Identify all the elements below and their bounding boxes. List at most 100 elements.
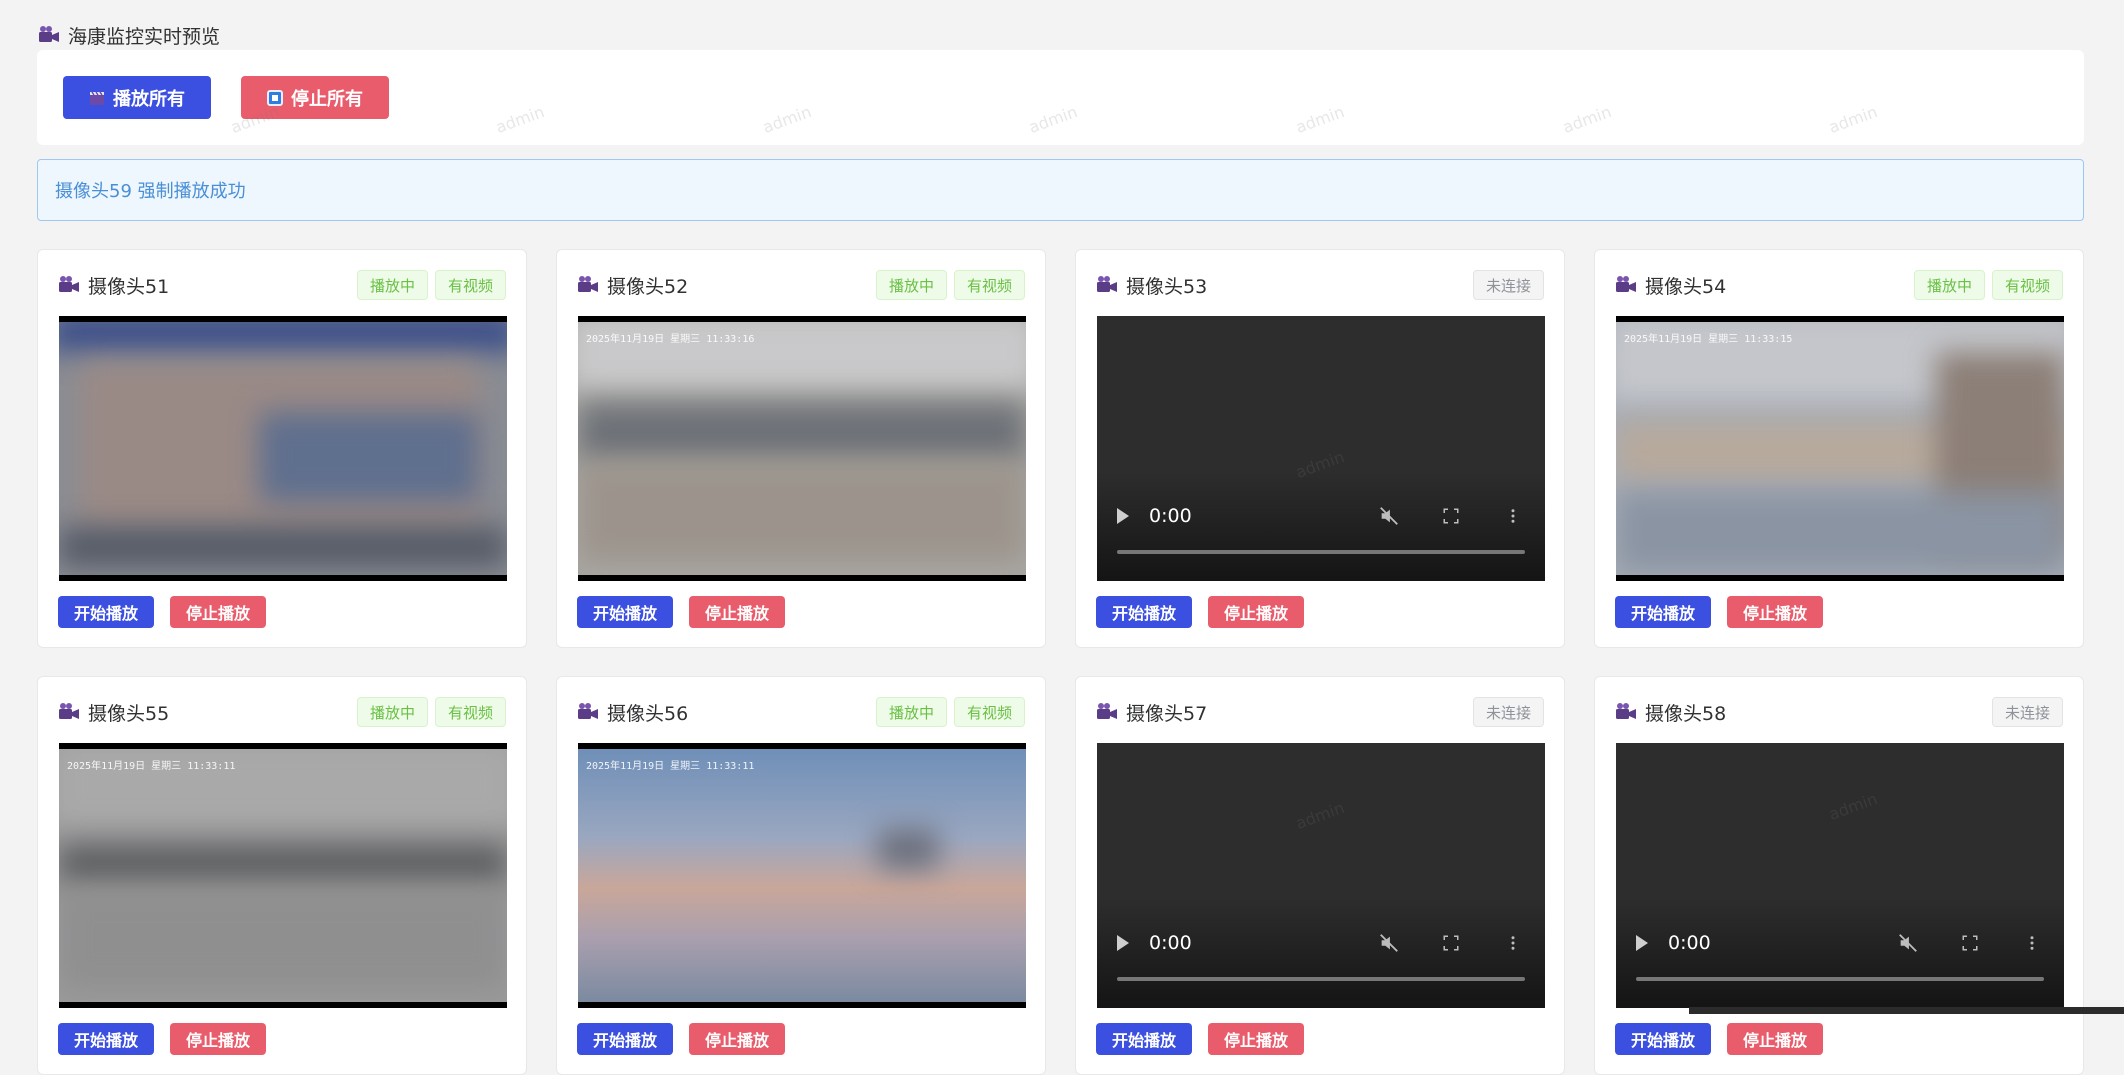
clapperboard-icon: [89, 90, 105, 106]
more-options-icon[interactable]: [1501, 931, 1525, 955]
start-play-button[interactable]: 开始播放: [1096, 596, 1192, 628]
more-options-icon[interactable]: [2020, 931, 2044, 955]
status-badge-has-video: 有视频: [953, 270, 1025, 300]
stop-play-button[interactable]: 停止播放: [1727, 596, 1823, 628]
video-timestamp: 2025年11月19日 星期三 11:33:15: [1624, 334, 1793, 345]
playback-time: 0:00: [1149, 505, 1192, 527]
video-camera-icon: [1096, 275, 1118, 295]
camera-card: 摄像头51 播放中 有视频 开始播放 停止播放: [37, 249, 527, 648]
video-timestamp: 2025年11月19日 星期三 11:33:16: [586, 334, 755, 345]
start-play-button[interactable]: 开始播放: [1096, 1023, 1192, 1055]
camera-video[interactable]: 2025年11月19日 星期三 11:33:16: [578, 316, 1026, 581]
more-options-icon[interactable]: [1501, 504, 1525, 528]
camera-card: 摄像头55 播放中 有视频 2025年11月19日 星期三 11:33:11 开…: [37, 676, 527, 1075]
mute-icon[interactable]: [1377, 504, 1401, 528]
card-header: 摄像头55 播放中 有视频: [58, 695, 506, 729]
start-play-button[interactable]: 开始播放: [58, 596, 154, 628]
stop-all-label: 停止所有: [291, 88, 363, 110]
start-play-button[interactable]: 开始播放: [1615, 596, 1711, 628]
camera-video[interactable]: 2025年11月19日 星期三 11:33:11: [59, 743, 507, 1008]
status-badge-disconnected: 未连接: [1472, 270, 1544, 300]
play-all-button[interactable]: 播放所有: [63, 76, 211, 119]
status-badge-playing: 播放中: [1913, 270, 1985, 300]
video-camera-icon: [38, 25, 60, 45]
camera-card: 摄像头58 未连接 0:00 开始播放 停止播放: [1594, 676, 2084, 1075]
stop-all-button[interactable]: 停止所有: [241, 76, 389, 119]
start-play-button[interactable]: 开始播放: [577, 596, 673, 628]
camera-video[interactable]: [59, 316, 507, 581]
camera-name: 摄像头56: [607, 702, 689, 725]
card-header: 摄像头52 播放中 有视频: [577, 268, 1025, 302]
play-icon[interactable]: [1117, 508, 1129, 524]
camera-name: 摄像头54: [1645, 275, 1727, 298]
stop-play-button[interactable]: 停止播放: [170, 1023, 266, 1055]
camera-name: 摄像头52: [607, 275, 689, 298]
camera-card: 摄像头53 未连接 0:00 开始播放 停止播放: [1075, 249, 1565, 648]
fullscreen-icon[interactable]: [1439, 504, 1463, 528]
start-play-button[interactable]: 开始播放: [577, 1023, 673, 1055]
camera-name: 摄像头53: [1126, 275, 1208, 298]
stop-play-button[interactable]: 停止播放: [689, 596, 785, 628]
playback-time: 0:00: [1149, 932, 1192, 954]
progress-bar[interactable]: [1636, 977, 2044, 981]
stop-play-button[interactable]: 停止播放: [689, 1023, 785, 1055]
alert-message: 摄像头59 强制播放成功: [55, 181, 246, 202]
status-badge-has-video: 有视频: [434, 697, 506, 727]
play-icon[interactable]: [1117, 935, 1129, 951]
playback-time: 0:00: [1668, 932, 1711, 954]
video-camera-icon: [58, 275, 80, 295]
status-badge-playing: 播放中: [875, 270, 947, 300]
card-header: 摄像头56 播放中 有视频: [577, 695, 1025, 729]
page-title-text: 海康监控实时预览: [68, 25, 221, 48]
card-header: 摄像头57 未连接: [1096, 695, 1544, 729]
camera-video[interactable]: 2025年11月19日 星期三 11:33:11: [578, 743, 1026, 1008]
video-camera-icon: [1615, 275, 1637, 295]
card-header: 摄像头54 播放中 有视频: [1615, 268, 2063, 302]
video-camera-icon: [58, 702, 80, 722]
stop-square-icon: [267, 89, 283, 106]
video-timestamp: 2025年11月19日 星期三 11:33:11: [67, 761, 236, 772]
camera-name: 摄像头51: [88, 275, 170, 298]
stop-play-button[interactable]: 停止播放: [1208, 596, 1304, 628]
video-player[interactable]: 0:00: [1616, 743, 2064, 1008]
fullscreen-icon[interactable]: [1439, 931, 1463, 955]
stop-play-button[interactable]: 停止播放: [1727, 1023, 1823, 1055]
camera-video[interactable]: 2025年11月19日 星期三 11:33:15: [1616, 316, 2064, 581]
status-badge-has-video: 有视频: [1991, 270, 2063, 300]
video-camera-icon: [577, 702, 599, 722]
video-timestamp: 2025年11月19日 星期三 11:33:11: [586, 761, 755, 772]
progress-bar[interactable]: [1117, 977, 1525, 981]
stop-play-button[interactable]: 停止播放: [1208, 1023, 1304, 1055]
mute-icon[interactable]: [1896, 931, 1920, 955]
start-play-button[interactable]: 开始播放: [58, 1023, 154, 1055]
camera-card: 摄像头52 播放中 有视频 2025年11月19日 星期三 11:33:16 开…: [556, 249, 1046, 648]
camera-card: 摄像头54 播放中 有视频 2025年11月19日 星期三 11:33:15 开…: [1594, 249, 2084, 648]
play-icon[interactable]: [1636, 935, 1648, 951]
video-camera-icon: [1096, 702, 1118, 722]
card-header: 摄像头58 未连接: [1615, 695, 2063, 729]
card-header: 摄像头53 未连接: [1096, 268, 1544, 302]
camera-card: 摄像头56 播放中 有视频 2025年11月19日 星期三 11:33:11 开…: [556, 676, 1046, 1075]
video-camera-icon: [1615, 702, 1637, 722]
camera-name: 摄像头55: [88, 702, 170, 725]
progress-bar[interactable]: [1117, 550, 1525, 554]
status-badge-playing: 播放中: [875, 697, 947, 727]
status-badge-has-video: 有视频: [434, 270, 506, 300]
page-title: 海康监控实时预览: [38, 20, 220, 50]
success-alert: 摄像头59 强制播放成功: [37, 159, 2084, 221]
status-badge-playing: 播放中: [356, 270, 428, 300]
mute-icon[interactable]: [1377, 931, 1401, 955]
fullscreen-icon[interactable]: [1958, 931, 1982, 955]
video-camera-icon: [577, 275, 599, 295]
card-header: 摄像头51 播放中 有视频: [58, 268, 506, 302]
scrollbar[interactable]: [1689, 1007, 2124, 1014]
camera-name: 摄像头58: [1645, 702, 1727, 725]
video-player[interactable]: 0:00: [1097, 743, 1545, 1008]
video-player[interactable]: 0:00: [1097, 316, 1545, 581]
stop-play-button[interactable]: 停止播放: [170, 596, 266, 628]
play-all-label: 播放所有: [113, 88, 185, 110]
start-play-button[interactable]: 开始播放: [1615, 1023, 1711, 1055]
camera-name: 摄像头57: [1126, 702, 1208, 725]
status-badge-disconnected: 未连接: [1472, 697, 1544, 727]
status-badge-playing: 播放中: [356, 697, 428, 727]
